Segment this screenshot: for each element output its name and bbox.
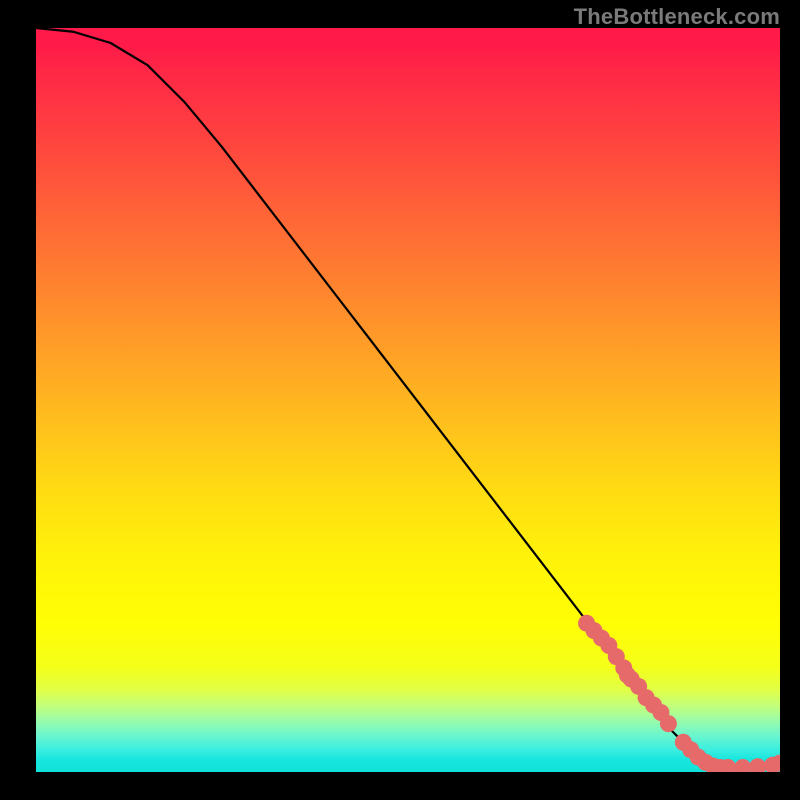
marker-point — [660, 715, 677, 732]
marker-point — [749, 758, 766, 772]
chart-container: TheBottleneck.com — [0, 0, 800, 800]
marker-group — [578, 615, 780, 772]
marker-point — [734, 759, 751, 772]
curve-svg — [36, 28, 780, 772]
watermark-text: TheBottleneck.com — [574, 4, 780, 30]
plot-area — [36, 28, 780, 772]
bottleneck-curve — [36, 28, 780, 768]
